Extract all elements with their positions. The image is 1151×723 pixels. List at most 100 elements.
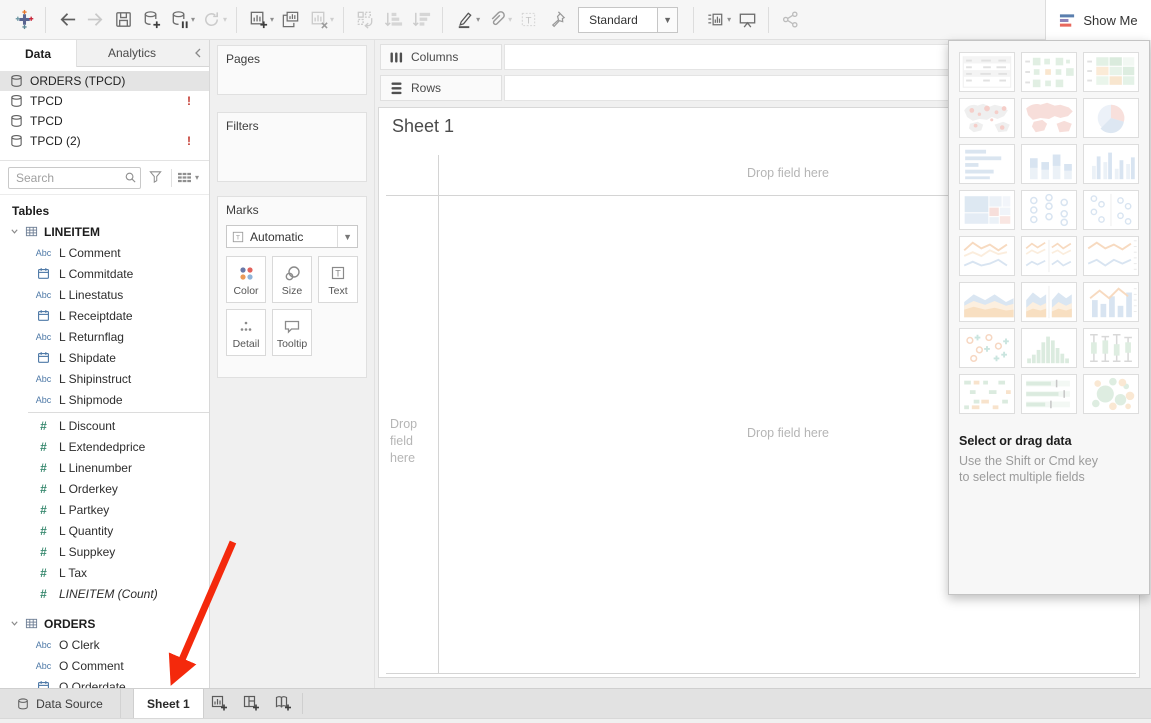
showme-thumb-pie-chart[interactable] [1083,98,1139,138]
data-source-item[interactable]: TPCD (2)! [0,131,209,151]
clear-sheet-caret-icon[interactable]: ▾ [330,15,334,24]
drop-zone-rows[interactable]: Drop field here [390,416,436,467]
presentation-mode-button[interactable] [733,6,761,34]
field-item[interactable]: AbcL Comment [0,242,209,263]
fix-axes-button[interactable] [542,6,570,34]
redo-button[interactable] [81,6,109,34]
field-item[interactable]: #L Linenumber [0,457,209,478]
run-auto-updates-button[interactable] [197,6,225,34]
showme-thumb-treemap[interactable] [959,190,1015,230]
view-size-selector[interactable]: Standard ▼ [578,7,678,33]
data-source-tab[interactable]: Data Source [0,689,121,718]
pause-updates-caret-icon[interactable]: ▾ [191,15,195,24]
collapse-pane-button[interactable] [187,40,209,67]
table-group-header[interactable]: LINEITEM [0,221,209,242]
color-button[interactable]: Color [226,256,266,303]
showme-thumb-discrete-lines[interactable] [1021,236,1077,276]
showme-thumb-symbol-map[interactable] [959,98,1015,138]
new-data-source-button[interactable] [137,6,165,34]
group-members-button[interactable] [482,6,510,34]
tab-data[interactable]: Data [0,40,77,67]
showme-thumb-packed-bubbles[interactable] [1083,374,1139,414]
showme-thumb-highlight-table[interactable] [1083,52,1139,92]
text-label-button[interactable]: T [514,6,542,34]
sort-descending-button[interactable] [407,6,435,34]
showme-thumb-stacked-bars[interactable] [1021,144,1077,184]
field-item[interactable]: #L Quantity [0,520,209,541]
run-updates-caret-icon[interactable]: ▾ [223,15,227,24]
clear-sheet-button[interactable] [304,6,332,34]
sort-ascending-button[interactable] [379,6,407,34]
mark-type-dropdown[interactable]: T Automatic ▼ [226,225,358,248]
search-input[interactable] [8,167,141,189]
save-button[interactable] [109,6,137,34]
field-item[interactable]: #L Tax [0,562,209,583]
field-item[interactable]: #L Partkey [0,499,209,520]
tableau-logo[interactable] [10,6,38,34]
size-button[interactable]: Size [272,256,312,303]
tooltip-button[interactable]: Tooltip [272,309,312,356]
view-size-caret-icon[interactable]: ▼ [657,8,677,32]
showme-thumb-text-table[interactable] [959,52,1015,92]
field-item[interactable]: L Shipdate [0,347,209,368]
showme-thumb-gantt[interactable] [959,374,1015,414]
tab-analytics[interactable]: Analytics [77,40,187,67]
showme-thumb-box-and-whisker[interactable] [1083,328,1139,368]
group-caret-icon[interactable]: ▾ [508,15,512,24]
filters-shelf[interactable]: Filters [217,112,367,182]
share-workbook-button[interactable] [776,6,804,34]
swap-rows-and-columns-button[interactable] [351,6,379,34]
field-item[interactable]: AbcL Shipmode [0,389,209,410]
new-dashboard-button[interactable] [236,689,268,718]
showme-thumb-side-by-side-circles[interactable] [1083,190,1139,230]
table-group-header[interactable]: ORDERS [0,613,209,634]
field-item[interactable]: #L Orderkey [0,478,209,499]
duplicate-sheet-button[interactable] [276,6,304,34]
field-item[interactable]: #L Extendedprice [0,436,209,457]
showme-thumb-continuous-lines[interactable] [959,236,1015,276]
view-options-button[interactable]: ▾ [177,171,201,184]
pause-auto-updates-button[interactable] [165,6,193,34]
sheet-tab-active[interactable]: Sheet 1 [133,689,204,718]
data-source-item[interactable]: TPCD! [0,91,209,111]
field-item[interactable]: O Orderdate [0,676,209,688]
field-item[interactable]: AbcO Comment [0,655,209,676]
field-item[interactable]: AbcO Clerk [0,634,209,655]
data-source-item[interactable]: ORDERS (TPCD) [0,71,209,91]
new-worksheet-button[interactable] [244,6,272,34]
field-item[interactable]: L Commitdate [0,263,209,284]
detail-button[interactable]: Detail [226,309,266,356]
field-item[interactable]: #L Suppkey [0,541,209,562]
highlight-caret-icon[interactable]: ▾ [476,15,480,24]
highlight-button[interactable] [450,6,478,34]
new-worksheet-tab-button[interactable] [204,689,236,718]
field-item[interactable]: #L Discount [0,415,209,436]
filter-fields-button[interactable] [146,169,166,187]
showme-thumb-bullet-graph[interactable] [1021,374,1077,414]
showme-thumb-dual-combination[interactable] [1083,282,1139,322]
new-sheet-caret-icon[interactable]: ▾ [270,15,274,24]
showme-thumb-side-by-side-bars[interactable] [1083,144,1139,184]
showme-thumb-continuous-area[interactable] [959,282,1015,322]
pages-shelf[interactable]: Pages [217,45,367,95]
field-item[interactable]: AbcL Shipinstruct [0,368,209,389]
showme-thumb-circle-views[interactable] [1021,190,1077,230]
show-me-button[interactable]: Show Me [1045,0,1151,40]
showme-thumb-histogram[interactable] [1021,328,1077,368]
field-item[interactable]: L Receiptdate [0,305,209,326]
mark-labels-caret-icon[interactable]: ▾ [727,15,731,24]
showme-thumb-dual-lines[interactable] [1083,236,1139,276]
show-mark-labels-button[interactable] [701,6,729,34]
showme-thumb-discrete-area[interactable] [1021,282,1077,322]
new-story-button[interactable] [268,689,300,718]
showme-thumb-filled-map[interactable] [1021,98,1077,138]
text-button[interactable]: T Text [318,256,358,303]
data-source-item[interactable]: TPCD [0,111,209,131]
undo-button[interactable] [53,6,81,34]
showme-thumb-heat-map[interactable] [1021,52,1077,92]
mark-type-caret-icon[interactable]: ▼ [337,226,357,247]
showme-thumb-scatter-plot[interactable] [959,328,1015,368]
field-item[interactable]: AbcL Linestatus [0,284,209,305]
field-item[interactable]: AbcL Returnflag [0,326,209,347]
field-item[interactable]: #LINEITEM (Count) [0,583,209,604]
